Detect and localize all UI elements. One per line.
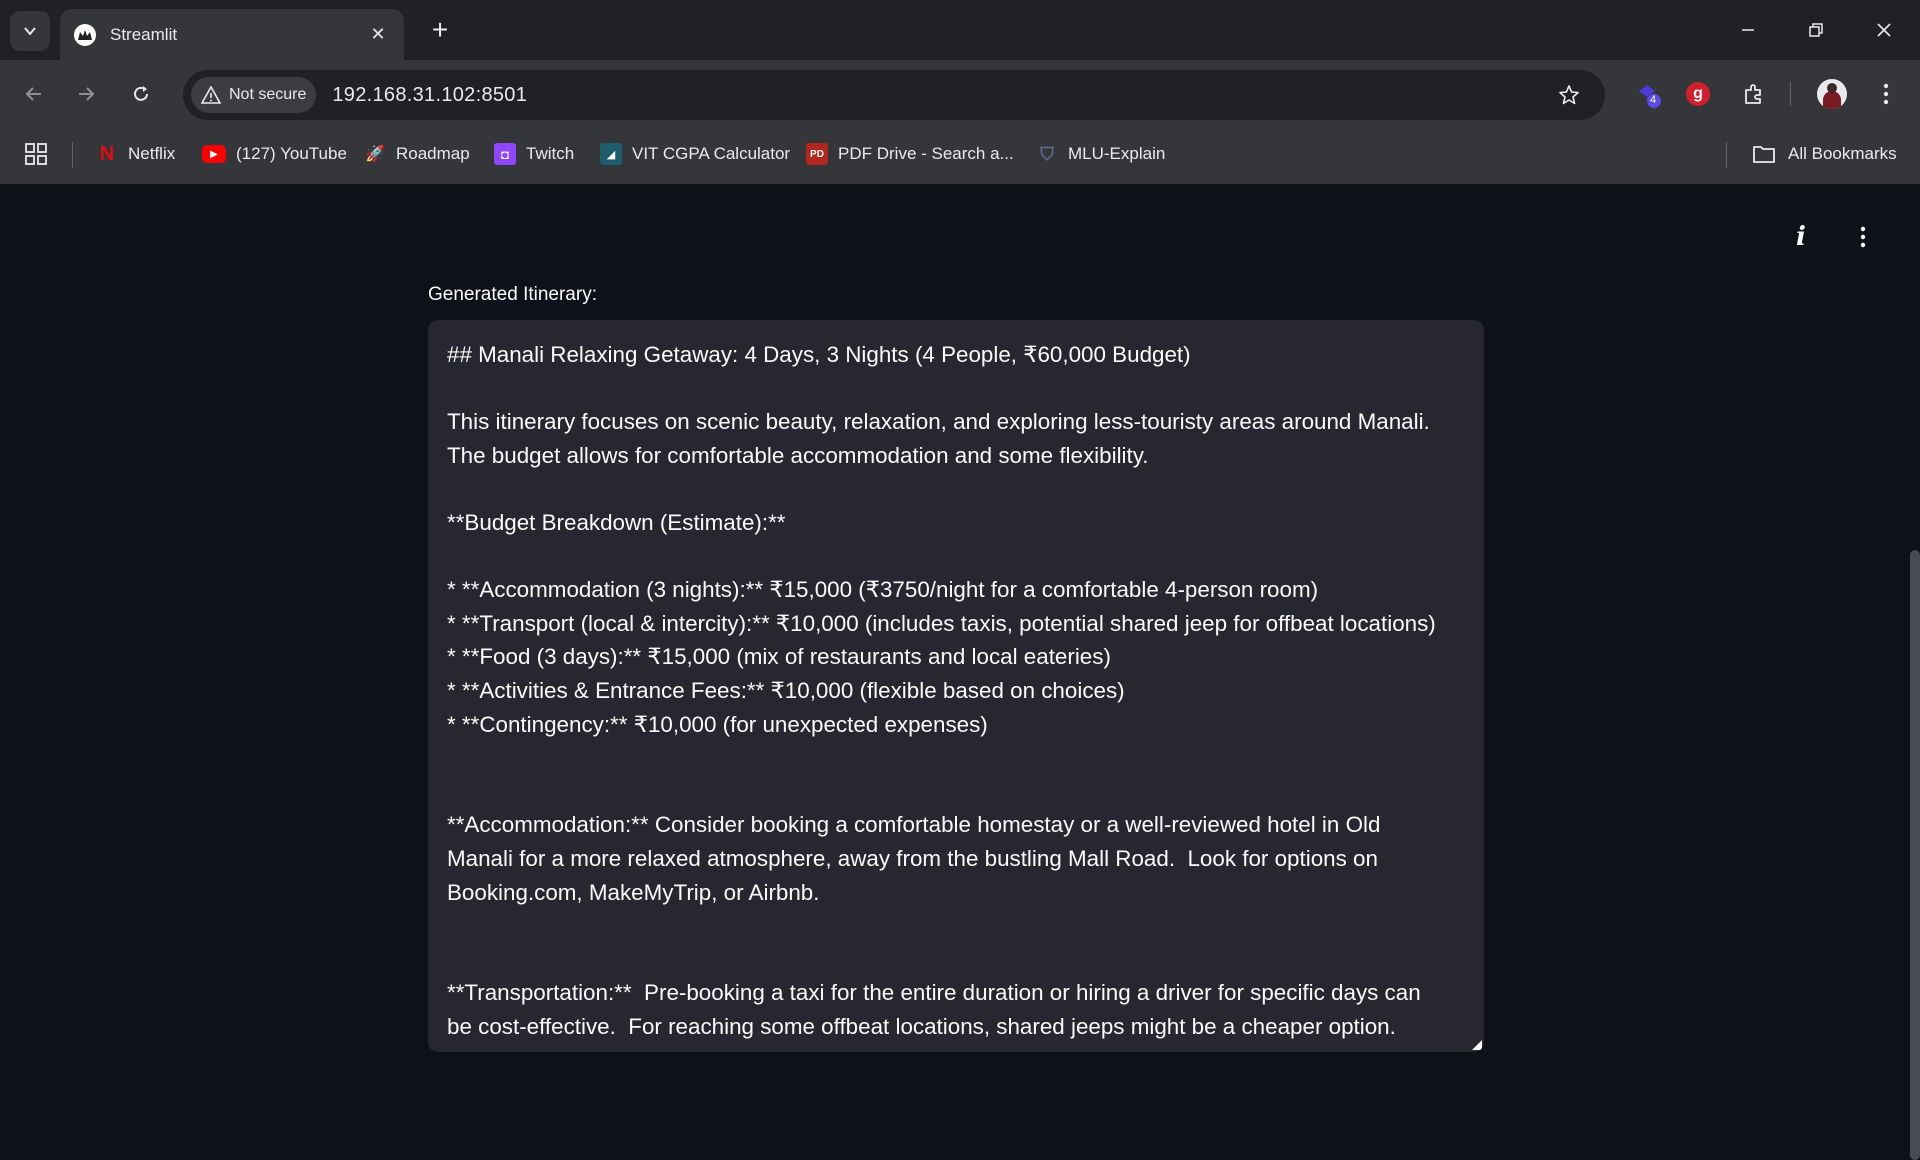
bookmark-label: (127) YouTube [236, 144, 347, 163]
minimize-button[interactable] [1728, 10, 1768, 50]
youtube-icon: ▶ [202, 145, 226, 163]
chevron-down-icon [24, 27, 36, 36]
bookmark-label: Twitch [526, 144, 575, 163]
star-icon [1559, 85, 1579, 105]
all-bookmarks-label: All Bookmarks [1788, 144, 1897, 163]
itinerary-line [447, 540, 1465, 574]
bookmark-twitch[interactable]: ◘ Twitch [494, 138, 574, 170]
netflix-icon: N [99, 142, 115, 165]
tab-title: Streamlit [110, 24, 178, 44]
info-icon: i [1796, 222, 1806, 252]
bookmark-netflix[interactable]: N Netflix [96, 138, 175, 170]
itinerary-line: Booking.com, MakeMyTrip, or Airbnb. [447, 879, 820, 905]
page-scrollbar[interactable] [1910, 550, 1920, 1160]
tab-strip: Streamlit ✕ + [0, 0, 1920, 60]
itinerary-line [447, 472, 1465, 506]
itinerary-line: be cost-effective. For reaching some off… [447, 1013, 1396, 1039]
puzzle-icon [1745, 84, 1761, 104]
folder-icon [1753, 146, 1775, 163]
resize-handle-icon[interactable] [1472, 1040, 1482, 1050]
streamlit-icon [74, 23, 96, 46]
itinerary-label: Generated Itinerary: [428, 284, 597, 305]
bookmark-youtube[interactable]: ▶ (127) YouTube [202, 138, 347, 170]
bookmark-label: Netflix [128, 144, 176, 163]
rocket-icon: 🚀 [365, 146, 385, 163]
itinerary-line: * **Contingency:** ₹10,000 (for unexpect… [447, 711, 988, 737]
extensions-menu-button[interactable] [1736, 76, 1772, 112]
bookmarks-bar: N Netflix ▶ (127) YouTube 🚀 Roadmap ◘ Tw… [0, 128, 1920, 312]
minimize-icon [1742, 29, 1754, 31]
extension-button[interactable]: 4 [1630, 76, 1666, 112]
reload-button[interactable] [123, 76, 159, 112]
itinerary-line [447, 943, 1465, 977]
address-bar[interactable]: Not secure 192.168.31.102:8501 [183, 70, 1605, 120]
itinerary-line: **Transportation:** Pre-booking a taxi f… [447, 980, 1421, 1006]
security-indicator[interactable]: Not secure [191, 77, 317, 113]
calculator-icon: ◢ [600, 143, 622, 165]
itinerary-textarea[interactable]: ## Manali Relaxing Getaway: 4 Days, 3 Ni… [428, 320, 1484, 1052]
apps-button[interactable] [24, 138, 48, 170]
browser-tab[interactable]: Streamlit ✕ [60, 9, 404, 60]
itinerary-line: * **Transport (local & intercity):** ₹10… [447, 610, 1436, 636]
reload-icon [134, 86, 148, 101]
apps-grid-icon [25, 143, 47, 165]
itinerary-line [447, 909, 1465, 943]
streamlit-app: i Generated Itinerary: ## Manali Relaxin… [0, 184, 1920, 1160]
itinerary-line: ## Manali Relaxing Getaway: 4 Days, 3 Ni… [447, 342, 1191, 367]
all-bookmarks-button[interactable]: All Bookmarks [1752, 138, 1897, 170]
bookmark-label: Roadmap [396, 144, 470, 163]
itinerary-line [447, 741, 1465, 775]
extension-icon [1639, 85, 1661, 108]
close-window-button[interactable] [1864, 10, 1904, 50]
itinerary-line: * **Accommodation (3 nights):** ₹15,000 … [447, 577, 1319, 603]
close-tab-icon[interactable]: ✕ [366, 24, 390, 45]
bookmarks-divider [1726, 142, 1727, 168]
itinerary-line: * **Food (3 days):** ₹15,000 (mix of res… [447, 644, 1111, 670]
bookmark-star-button[interactable] [1551, 77, 1587, 113]
bookmark-mlu-explain[interactable]: ⛉ MLU-Explain [1036, 138, 1165, 170]
info-button[interactable]: i [1786, 222, 1816, 252]
grammarly-icon: g [1686, 82, 1710, 106]
itinerary-line: The budget allows for comfortable accomm… [447, 442, 1149, 468]
url-text[interactable]: 192.168.31.102:8501 [332, 84, 1551, 107]
bookmark-roadmap[interactable]: 🚀 Roadmap [364, 138, 470, 170]
bookmark-label: VIT CGPA Calculator [632, 144, 791, 163]
browser-toolbar: Not secure 192.168.31.102:8501 4 g [0, 60, 1920, 128]
grammarly-extension-button[interactable]: g [1680, 76, 1716, 112]
bookmark-label: MLU-Explain [1068, 144, 1166, 163]
tab-search-button[interactable] [10, 11, 50, 51]
more-vertical-icon [1883, 83, 1889, 105]
bookmark-vit-cgpa[interactable]: ◢ VIT CGPA Calculator [600, 138, 790, 170]
itinerary-line [447, 775, 1465, 809]
back-button[interactable] [16, 76, 52, 112]
browser-menu-button[interactable] [1868, 76, 1904, 112]
security-label: Not secure [229, 86, 307, 103]
close-icon [1877, 23, 1891, 37]
pdf-icon: PD [806, 143, 828, 165]
app-menu-button[interactable] [1848, 222, 1878, 252]
restore-icon [1809, 23, 1823, 37]
avatar [1817, 79, 1847, 109]
bookmarks-divider [72, 142, 73, 168]
bookmark-pdf-drive[interactable]: PD PDF Drive - Search a... [806, 138, 1014, 170]
twitch-icon: ◘ [494, 143, 516, 165]
itinerary-line [447, 372, 1465, 406]
forward-button[interactable] [68, 76, 104, 112]
restore-button[interactable] [1796, 10, 1836, 50]
itinerary-line: * **Activities & Entrance Fees:** ₹10,00… [447, 677, 1125, 703]
extension-badge: 4 [1650, 94, 1657, 106]
itinerary-line: **Budget Breakdown (Estimate):** [447, 509, 786, 535]
bookmark-label: PDF Drive - Search a... [838, 144, 1014, 163]
profile-button[interactable] [1814, 76, 1850, 112]
arrow-left-icon [25, 87, 41, 101]
itinerary-line: **Accommodation:** Consider booking a co… [447, 812, 1381, 838]
warning-icon [201, 86, 221, 104]
shield-icon: ⛉ [1040, 143, 1054, 164]
toolbar-divider [1790, 82, 1791, 106]
itinerary-line: Manali for a more relaxed atmosphere, aw… [447, 845, 1378, 871]
new-tab-button[interactable]: + [424, 14, 456, 46]
arrow-right-icon [79, 87, 95, 101]
itinerary-line: This itinerary focuses on scenic beauty,… [447, 409, 1430, 435]
more-vertical-icon [1860, 226, 1866, 248]
